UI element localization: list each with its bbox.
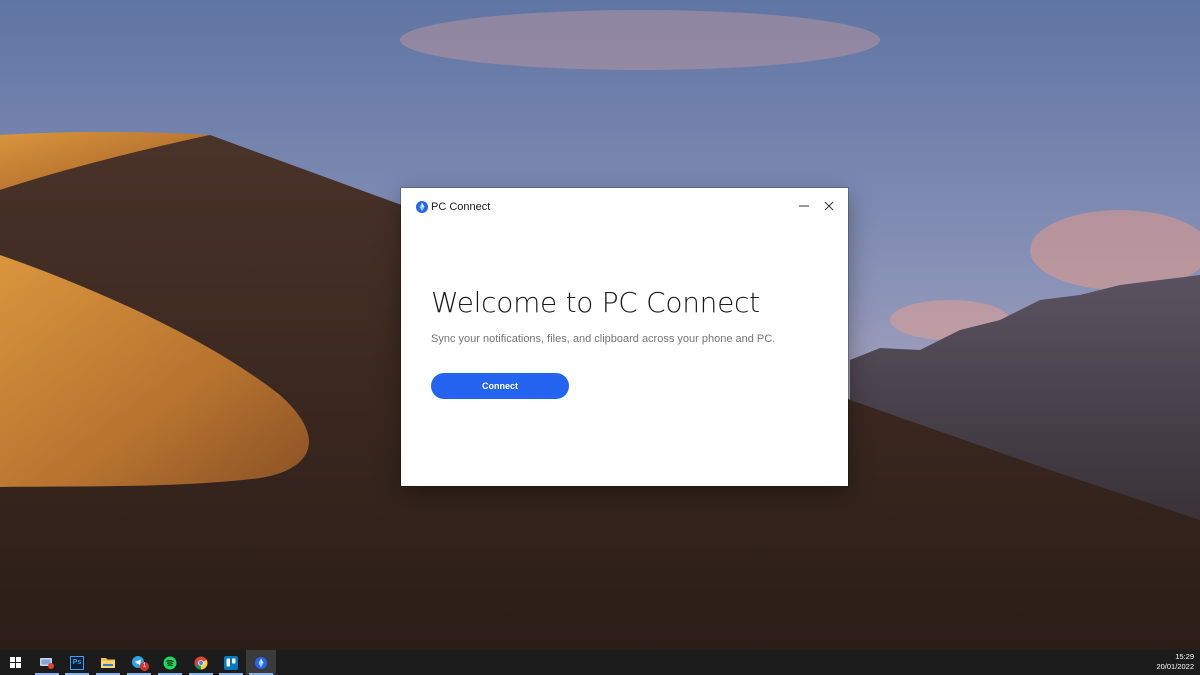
minimize-button[interactable]: [791, 194, 817, 218]
close-icon: [824, 201, 834, 211]
taskbar-pc-connect[interactable]: [246, 650, 276, 675]
pc-connect-logo-icon: [415, 200, 429, 214]
taskbar-file-explorer[interactable]: [93, 650, 123, 675]
taskbar-photoshop[interactable]: Ps: [62, 650, 92, 675]
window-titlebar[interactable]: PC Connect: [401, 188, 848, 226]
file-explorer-icon: [101, 658, 115, 668]
spotify-icon: [163, 656, 177, 669]
welcome-heading: Welcome to PC Connect: [431, 286, 760, 319]
welcome-subtitle: Sync your notifications, files, and clip…: [431, 333, 776, 345]
photoshop-icon: Ps: [70, 655, 84, 670]
connect-button[interactable]: Connect: [431, 373, 569, 399]
pc-connect-window: PC Connect Welcome to PC Connect Sync yo…: [401, 188, 848, 486]
taskbar: Ps 1 15:29 20/01/2022: [0, 650, 1200, 675]
clock-time: 15:29: [1175, 652, 1194, 661]
close-button[interactable]: [816, 194, 842, 218]
chrome-icon: [194, 656, 208, 669]
taskbar-trello[interactable]: [216, 650, 246, 675]
trello-icon: [224, 655, 238, 670]
start-button[interactable]: [0, 650, 30, 675]
telegram-badge: 1: [140, 662, 149, 671]
clock-date: 20/01/2022: [1156, 662, 1194, 671]
photoshop-icon-label: Ps: [72, 659, 82, 666]
window-title: PC Connect: [431, 201, 491, 213]
remote-desktop-icon: [40, 657, 54, 669]
pc-connect-icon: [255, 656, 267, 669]
taskbar-remote-desktop[interactable]: [32, 650, 62, 675]
taskbar-telegram[interactable]: 1: [124, 650, 154, 675]
taskbar-spotify[interactable]: [155, 650, 185, 675]
start-icon: [9, 657, 21, 668]
minimize-icon: [799, 205, 809, 207]
taskbar-clock[interactable]: 15:29 20/01/2022: [1156, 652, 1194, 672]
taskbar-chrome[interactable]: [186, 650, 216, 675]
